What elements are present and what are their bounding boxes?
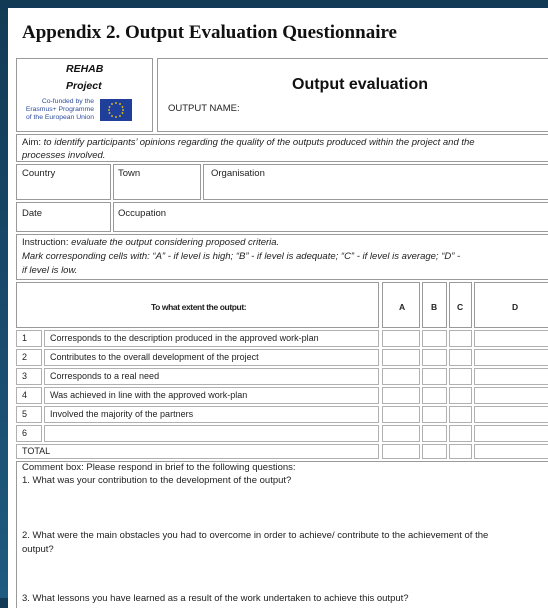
cell-a[interactable] bbox=[382, 387, 420, 404]
col-c-label: C bbox=[457, 302, 463, 312]
row-number: 3 bbox=[22, 371, 28, 381]
occupation-label: Occupation bbox=[118, 208, 167, 219]
eu-cofunded-text: Co-funded by the Erasmus+ Programme of t… bbox=[25, 98, 94, 121]
question-1: 1. What was your contribution to the dev… bbox=[22, 475, 292, 486]
row-number: 1 bbox=[22, 333, 28, 343]
cell-a[interactable] bbox=[382, 349, 420, 366]
total-label-cell bbox=[16, 444, 379, 459]
question-2-continued: output? bbox=[22, 544, 54, 555]
cell-d[interactable] bbox=[474, 425, 548, 442]
question-header: To what extent the output: bbox=[151, 302, 247, 312]
instruction-text: Instruction: evaluate the output conside… bbox=[22, 237, 280, 248]
country-label: Country bbox=[22, 168, 56, 179]
total-label: TOTAL bbox=[22, 446, 51, 456]
total-b[interactable] bbox=[422, 444, 447, 459]
output-name-label: OUTPUT NAME: bbox=[168, 103, 240, 114]
col-b-label: B bbox=[431, 302, 437, 312]
output-evaluation-heading: Output evaluation bbox=[292, 76, 428, 93]
question-2: 2. What were the main obstacles you had … bbox=[22, 530, 489, 541]
town-label: Town bbox=[118, 168, 141, 179]
cell-a[interactable] bbox=[382, 425, 420, 442]
output-title-box bbox=[157, 58, 548, 132]
cell-d[interactable] bbox=[474, 406, 548, 423]
project-name: REHAB bbox=[66, 63, 104, 75]
cell-b[interactable] bbox=[422, 425, 447, 442]
date-label: Date bbox=[22, 208, 43, 219]
cell-c[interactable] bbox=[449, 425, 472, 442]
cell-b[interactable] bbox=[422, 406, 447, 423]
row-number: 2 bbox=[22, 352, 28, 362]
eu-flag-icon bbox=[100, 99, 132, 121]
cell-c[interactable] bbox=[449, 330, 472, 347]
cell-c[interactable] bbox=[449, 387, 472, 404]
instruction-scale-continued: if level is low. bbox=[22, 265, 78, 276]
row-criterion: Corresponds to the description produced … bbox=[50, 333, 319, 343]
instruction-scale: Mark corresponding cells with: “A” - if … bbox=[22, 251, 461, 262]
row-criterion: Was achieved in line with the approved w… bbox=[50, 390, 248, 400]
cell-b[interactable] bbox=[422, 368, 447, 385]
col-d-label: D bbox=[512, 302, 518, 312]
question-3: 3. What lessons you have learned as a re… bbox=[22, 593, 409, 604]
cell-b[interactable] bbox=[422, 330, 447, 347]
row-criterion: Involved the majority of the partners bbox=[50, 409, 194, 419]
row-criterion: Contributes to the overall development o… bbox=[50, 352, 259, 362]
cell-a[interactable] bbox=[382, 406, 420, 423]
cell-b[interactable] bbox=[422, 349, 447, 366]
cell-c[interactable] bbox=[449, 368, 472, 385]
cell-d[interactable] bbox=[474, 330, 548, 347]
col-a-label: A bbox=[399, 302, 405, 312]
occupation-field[interactable] bbox=[113, 202, 548, 232]
cell-d[interactable] bbox=[474, 368, 548, 385]
cell-a[interactable] bbox=[382, 368, 420, 385]
row-number: 5 bbox=[22, 409, 28, 419]
cell-d[interactable] bbox=[474, 387, 548, 404]
project-label: Project bbox=[66, 80, 102, 92]
organisation-label: Organisation bbox=[211, 168, 265, 179]
aim-text-continued: processes involved. bbox=[22, 150, 106, 161]
cell-d[interactable] bbox=[474, 349, 548, 366]
aim-text: Aim: to identify participants’ opinions … bbox=[22, 137, 475, 148]
col-header-d bbox=[474, 282, 548, 328]
total-c[interactable] bbox=[449, 444, 472, 459]
comment-intro: Comment box: Please respond in brief to … bbox=[22, 462, 296, 473]
total-d[interactable] bbox=[474, 444, 548, 459]
cell-c[interactable] bbox=[449, 349, 472, 366]
row-criterion: Corresponds to a real need bbox=[50, 371, 160, 381]
cell-c[interactable] bbox=[449, 406, 472, 423]
total-a[interactable] bbox=[382, 444, 420, 459]
row-number: 4 bbox=[22, 390, 28, 400]
document-page: Appendix 2. Output Evaluation Questionna… bbox=[8, 8, 548, 608]
cell-a[interactable] bbox=[382, 330, 420, 347]
cell-b[interactable] bbox=[422, 387, 447, 404]
row-number: 6 bbox=[22, 428, 28, 438]
page-title: Appendix 2. Output Evaluation Questionna… bbox=[22, 22, 397, 43]
